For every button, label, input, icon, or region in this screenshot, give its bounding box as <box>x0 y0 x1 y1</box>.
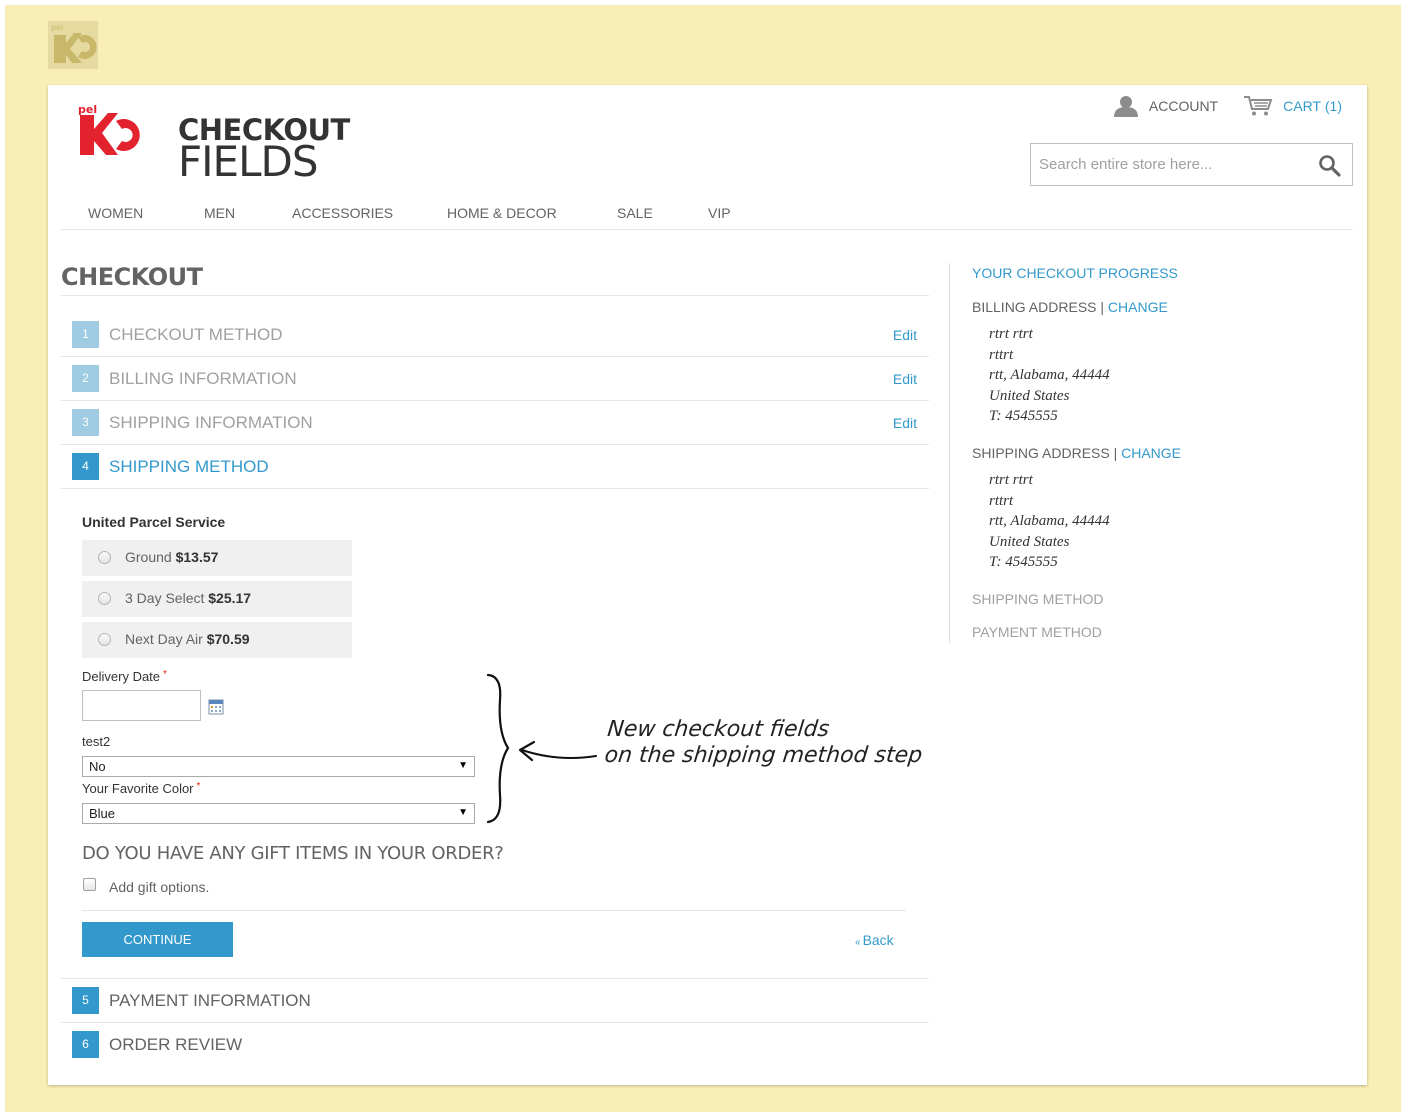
step-checkout-method[interactable]: 1 CHECKOUT METHOD Edit <box>61 313 929 357</box>
search-box <box>1030 143 1353 186</box>
shipping-rate-next-day-air[interactable]: Next Day Air $70.59 <box>82 622 352 658</box>
step-label: SHIPPING METHOD <box>109 457 269 476</box>
delivery-date-input[interactable] <box>82 690 201 721</box>
nav-item-women[interactable]: WOMEN <box>88 205 143 221</box>
cart-count: (1) <box>1324 98 1342 114</box>
nav-item-vip[interactable]: VIP <box>708 205 731 221</box>
dropdown-arrow-icon: ▼ <box>458 807 468 818</box>
user-icon <box>1113 96 1138 117</box>
required-mark: * <box>163 669 167 680</box>
account-label: ACCOUNT <box>1148 98 1219 114</box>
rate-price: $25.17 <box>208 590 252 606</box>
rate-radio[interactable] <box>98 633 111 646</box>
step-label: ORDER REVIEW <box>109 1035 243 1054</box>
cart-label: CART <box>1283 98 1321 114</box>
step-number: 1 <box>72 321 99 348</box>
logo-line2: FIELDS <box>178 137 318 186</box>
test2-label: test2 <box>82 734 111 749</box>
billing-address-heading: BILLING ADDRESS | CHANGE <box>972 299 1168 315</box>
step-billing-information[interactable]: 2 BILLING INFORMATION Edit <box>61 357 929 401</box>
cart-icon <box>1244 96 1273 116</box>
rate-price: $70.59 <box>206 631 250 647</box>
step-number: 5 <box>72 987 99 1014</box>
carrier-name: United Parcel Service <box>82 514 226 530</box>
step-shipping-method[interactable]: 4 SHIPPING METHOD <box>61 445 929 489</box>
change-billing-link[interactable]: CHANGE <box>1108 299 1168 315</box>
favorite-color-select[interactable]: Blue ▼ <box>82 803 475 824</box>
change-shipping-link[interactable]: CHANGE <box>1121 445 1181 461</box>
logo-mark-icon: pel <box>78 103 140 155</box>
step-payment-information: 5 PAYMENT INFORMATION <box>61 979 929 1023</box>
back-arrow-icon: « <box>855 937 861 948</box>
svg-text:pel: pel <box>78 103 97 116</box>
annotation-text: New checkout fields on the shipping meth… <box>603 717 926 769</box>
store-page: pel CHECKOUT FIELDS ACCOUNT CART (1) Sea… <box>48 85 1367 1085</box>
step-label: PAYMENT INFORMATION <box>109 991 311 1010</box>
header-links: ACCOUNT CART (1) <box>1088 95 1342 117</box>
step-number: 6 <box>72 1031 99 1058</box>
step-shipping-information[interactable]: 3 SHIPPING INFORMATION Edit <box>61 401 929 445</box>
calendar-icon[interactable] <box>208 699 224 715</box>
back-link[interactable]: «Back <box>855 932 894 948</box>
edit-billing-link[interactable]: Edit <box>893 371 917 387</box>
step-number: 4 <box>72 453 99 480</box>
search-icon[interactable] <box>1318 154 1342 178</box>
main-nav: WOMEN MEN ACCESSORIES HOME & DECOR SALE … <box>61 203 1353 230</box>
gift-options-checkbox[interactable] <box>83 878 96 891</box>
checkout-progress-sidebar: YOUR CHECKOUT PROGRESS BILLING ADDRESS |… <box>949 263 1349 643</box>
shipping-address-heading: SHIPPING ADDRESS | CHANGE <box>972 445 1182 461</box>
brand-logo[interactable]: pel CHECKOUT FIELDS <box>78 103 350 186</box>
step-order-review: 6 ORDER REVIEW <box>61 1023 929 1067</box>
progress-title: YOUR CHECKOUT PROGRESS <box>972 265 1178 281</box>
rate-name: Next Day Air <box>125 631 203 647</box>
continue-button[interactable]: CONTINUE <box>82 922 233 957</box>
shipping-rate-3-day-select[interactable]: 3 Day Select $25.17 <box>82 581 352 617</box>
back-label: Back <box>862 932 894 948</box>
edit-checkout-method-link[interactable]: Edit <box>893 327 917 343</box>
search-input[interactable] <box>1039 156 1309 173</box>
cart-link[interactable]: CART (1) <box>1243 95 1342 117</box>
page-title: CHECKOUT <box>61 263 203 291</box>
rate-radio[interactable] <box>98 551 111 564</box>
progress-payment-method: PAYMENT METHOD <box>972 624 1102 640</box>
nav-item-home-decor[interactable]: HOME & DECOR <box>447 205 557 221</box>
gift-options-label[interactable]: Add gift options. <box>109 879 209 895</box>
divider <box>82 910 906 911</box>
nav-item-men[interactable]: MEN <box>204 205 235 221</box>
progress-shipping-method: SHIPPING METHOD <box>972 591 1104 607</box>
favorite-color-label: Your Favorite Color * <box>82 781 201 796</box>
account-link[interactable]: ACCOUNT <box>1113 95 1218 117</box>
step-number: 3 <box>72 409 99 436</box>
gift-question-heading: DO YOU HAVE ANY GIFT ITEMS IN YOUR ORDER… <box>82 843 504 864</box>
small-logo-text: pel <box>51 23 63 32</box>
favorite-color-selected-value: Blue <box>89 806 116 821</box>
nav-item-sale[interactable]: SALE <box>617 205 653 221</box>
shipping-rate-ground[interactable]: Ground $13.57 <box>82 540 352 576</box>
nav-item-accessories[interactable]: ACCESSORIES <box>292 205 393 221</box>
step-number: 2 <box>72 365 99 392</box>
rate-price: $13.57 <box>175 549 219 565</box>
brace-arrow-icon <box>486 673 597 824</box>
small-logo-icon: pel <box>48 21 98 69</box>
step-label: CHECKOUT METHOD <box>109 325 283 344</box>
step-label: SHIPPING INFORMATION <box>109 413 313 432</box>
step-label: BILLING INFORMATION <box>109 369 297 388</box>
annotation-line2: on the shipping method step <box>603 743 924 768</box>
divider <box>61 295 929 296</box>
rate-radio[interactable] <box>98 592 111 605</box>
required-mark: * <box>196 781 201 792</box>
billing-address-block: rtrt rtrt rttrt rtt, Alabama, 44444 Unit… <box>989 326 1110 424</box>
shipping-address-block: rtrt rtrt rttrt rtt, Alabama, 44444 Unit… <box>989 472 1110 570</box>
rate-name: Ground <box>125 549 172 565</box>
delivery-date-label: Delivery Date * <box>82 669 167 684</box>
annotation-line1: New checkout fields <box>606 717 831 742</box>
rate-name: 3 Day Select <box>125 590 205 606</box>
dropdown-arrow-icon: ▼ <box>458 760 468 771</box>
edit-shipping-link[interactable]: Edit <box>893 415 917 431</box>
test2-selected-value: No <box>89 759 106 774</box>
test2-select[interactable]: No ▼ <box>82 756 475 777</box>
